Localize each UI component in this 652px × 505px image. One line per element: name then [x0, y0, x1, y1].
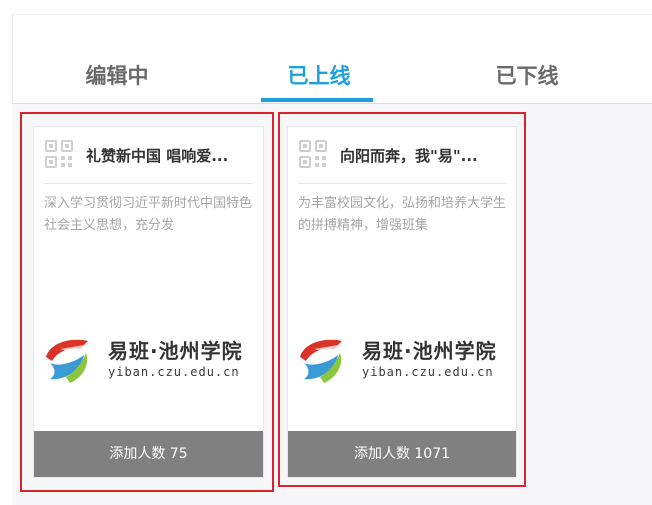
add-count-bar: 添加人数 1071	[288, 431, 516, 477]
qr-code-icon[interactable]	[44, 139, 74, 169]
card-header: 礼赞新中国 唱响爱...	[34, 127, 263, 183]
active-tab-indicator	[261, 98, 373, 102]
logo-url: yiban.czu.edu.cn	[362, 365, 494, 379]
tab-editing[interactable]: 编辑中	[72, 60, 162, 90]
tab-offline[interactable]: 已下线	[472, 60, 582, 90]
logo-url: yiban.czu.edu.cn	[108, 365, 240, 379]
card-divider	[298, 183, 506, 184]
logo-name: 易班·池州学院	[108, 339, 243, 363]
card-description: 深入学习贯彻习近平新时代中国特色社会主义思想，充分发	[44, 196, 253, 233]
logo-name: 易班·池州学院	[362, 339, 497, 363]
yiban-logo: 易班·池州学院 yiban.czu.edu.cn	[40, 327, 260, 391]
tab-bar: 编辑中 已上线 已下线	[12, 52, 652, 104]
tab-online[interactable]: 已上线	[264, 60, 374, 90]
yiban-logo-icon	[46, 339, 88, 383]
add-count-bar: 添加人数 75	[34, 431, 263, 477]
activity-card[interactable]: 礼赞新中国 唱响爱... 深入学习贯彻习近平新时代中国特色社会主义思想，充分发 …	[33, 126, 264, 478]
card-divider	[44, 183, 253, 184]
card-title: 礼赞新中国 唱响爱...	[86, 147, 229, 165]
card-description: 为丰富校园文化，弘扬和培养大学生的拼搏精神，增强班集	[298, 196, 507, 233]
card-title: 向阳而奔，我"易"...	[340, 147, 478, 165]
qr-code-icon[interactable]	[298, 139, 328, 169]
yiban-logo-icon	[300, 339, 342, 383]
yiban-logo: 易班·池州学院 yiban.czu.edu.cn	[294, 327, 514, 391]
activity-card[interactable]: 向阳而奔，我"易"... 为丰富校园文化，弘扬和培养大学生的拼搏精神，增强班集 …	[287, 126, 517, 478]
card-header: 向阳而奔，我"易"...	[288, 127, 516, 183]
